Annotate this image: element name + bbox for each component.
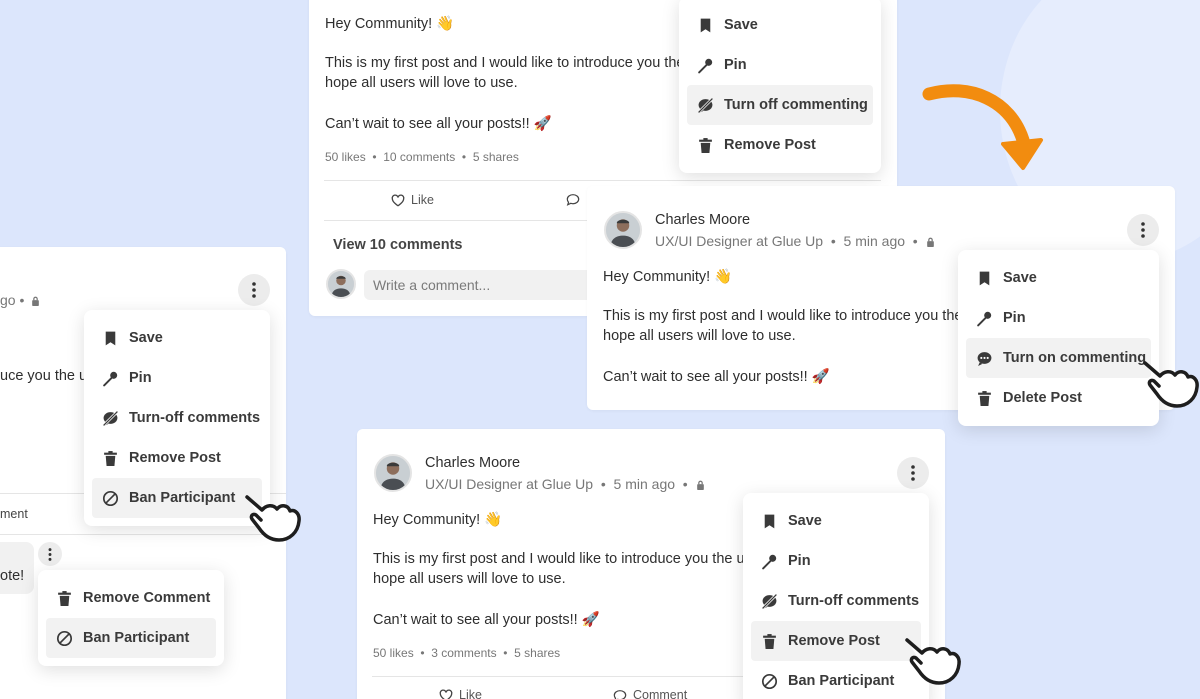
post-meta: go •	[0, 292, 40, 308]
menu-item-ban-participant[interactable]: Ban Participant	[92, 478, 262, 518]
menu-item-pin[interactable]: Pin	[751, 541, 921, 581]
bookmark-icon	[700, 18, 711, 32]
menu-item-ban-participant[interactable]: Ban Participant	[46, 618, 216, 658]
menu-item-ban-participant[interactable]: Ban Participant	[751, 661, 921, 699]
more-vertical-icon	[48, 547, 52, 561]
arrow-icon	[922, 84, 1043, 170]
post-body-fragment: uce you the up	[0, 368, 96, 384]
post-greeting: Hey Community! 👋	[603, 269, 733, 285]
comment-icon	[613, 689, 627, 699]
trash-icon	[104, 450, 117, 466]
pointer-hand-icon	[245, 495, 301, 542]
menu-item-turn-on-commenting[interactable]: Turn on commenting	[966, 338, 1151, 378]
menu-item-save[interactable]: Save	[751, 501, 921, 541]
more-vertical-icon	[1141, 222, 1145, 238]
lock-icon	[696, 480, 704, 490]
comment-off-icon	[102, 410, 119, 426]
avatar	[326, 269, 356, 299]
comment-menu: Remove Comment Ban Participant	[38, 570, 224, 666]
author-name[interactable]: Charles Moore	[425, 455, 520, 471]
comment-off-icon	[697, 97, 714, 113]
menu-item-save[interactable]: Save	[92, 318, 262, 358]
pin-icon	[762, 554, 777, 569]
comment-button[interactable]	[566, 193, 586, 206]
author-name[interactable]: Charles Moore	[655, 212, 750, 228]
comment-icon	[566, 194, 580, 206]
trash-icon	[978, 390, 991, 406]
menu-item-remove-post[interactable]: Remove Post	[751, 621, 921, 661]
post-body-line: hope all users will love to use.	[325, 75, 518, 91]
comment-button[interactable]: Comment	[613, 688, 687, 699]
comment-action-fragment[interactable]: ment	[0, 507, 28, 521]
menu-item-save[interactable]: Save	[687, 5, 873, 45]
top-post-menu: Save Pin Turn off commenting Remove Post	[679, 0, 881, 173]
post-closing: Can’t wait to see all your posts!! 🚀	[325, 116, 552, 132]
trash-icon	[699, 137, 712, 153]
right-post-menu: Save Pin Turn on commenting Delete Post	[958, 250, 1159, 426]
menu-item-turn-off-commenting[interactable]: Turn off commenting	[687, 85, 873, 125]
trash-icon	[763, 633, 776, 649]
more-vertical-icon	[911, 465, 915, 481]
post-body-line: This is my first post and I would like t…	[325, 55, 685, 71]
post-stats: 50 likes • 10 comments • 5 shares	[325, 150, 519, 164]
post-greeting: Hey Community! 👋	[373, 512, 503, 528]
menu-item-turn-off-comments[interactable]: Turn-off comments	[92, 398, 262, 438]
post-meta: UX/UI Designer at Glue Up • 5 min ago •	[425, 476, 705, 492]
bookmark-icon	[979, 271, 990, 285]
lock-icon	[926, 237, 934, 247]
menu-item-save[interactable]: Save	[966, 258, 1151, 298]
bookmark-icon	[105, 331, 116, 345]
view-comments-link[interactable]: View 10 comments	[333, 237, 463, 253]
post-options-button[interactable]	[238, 274, 270, 306]
menu-item-delete-post[interactable]: Delete Post	[966, 378, 1151, 418]
heart-icon	[439, 688, 453, 699]
trash-icon	[58, 590, 71, 606]
comment-bubble: ote!	[0, 542, 34, 594]
avatar	[374, 454, 412, 492]
post-body-line: hope all users will love to use.	[373, 571, 566, 587]
post-body-line: This is my first post and I would like t…	[373, 551, 753, 567]
comment-icon	[977, 351, 992, 366]
pointer-hand-icon	[905, 638, 961, 685]
more-vertical-icon	[252, 282, 256, 298]
ban-icon	[56, 630, 73, 646]
post-body-line: This is my first post and I would like t…	[603, 308, 963, 324]
pin-icon	[698, 58, 713, 73]
menu-item-pin[interactable]: Pin	[687, 45, 873, 85]
menu-item-pin[interactable]: Pin	[966, 298, 1151, 338]
post-options-button[interactable]	[1127, 214, 1159, 246]
post-closing: Can’t wait to see all your posts!! 🚀	[373, 612, 600, 628]
heart-icon	[391, 193, 405, 207]
pin-icon	[977, 311, 992, 326]
menu-item-pin[interactable]: Pin	[92, 358, 262, 398]
ban-icon	[761, 673, 778, 689]
menu-item-remove-post[interactable]: Remove Post	[92, 438, 262, 478]
ban-icon	[102, 490, 119, 506]
menu-item-turn-off-comments[interactable]: Turn-off comments	[751, 581, 921, 621]
comment-options-button[interactable]	[38, 542, 62, 566]
comment-off-icon	[761, 593, 778, 609]
post-stats: 50 likes • 3 comments • 5 shares	[373, 646, 561, 660]
menu-item-remove-comment[interactable]: Remove Comment	[46, 578, 216, 618]
bookmark-icon	[764, 514, 775, 528]
pointer-hand-icon	[1143, 361, 1199, 408]
like-button[interactable]: Like	[391, 193, 434, 207]
like-button[interactable]: Like	[439, 688, 482, 699]
post-closing: Can’t wait to see all your posts!! 🚀	[603, 369, 830, 385]
post-options-button[interactable]	[897, 457, 929, 489]
post-meta: UX/UI Designer at Glue Up • 5 min ago •	[655, 233, 935, 249]
avatar	[604, 211, 642, 249]
post-greeting: Hey Community! 👋	[325, 16, 455, 32]
menu-item-remove-post[interactable]: Remove Post	[687, 125, 873, 165]
comment-input[interactable]: Write a comment...	[364, 270, 624, 300]
post-body-line: hope all users will love to use.	[603, 328, 796, 344]
pin-icon	[103, 371, 118, 386]
lock-icon	[32, 296, 40, 306]
divider	[324, 180, 881, 181]
